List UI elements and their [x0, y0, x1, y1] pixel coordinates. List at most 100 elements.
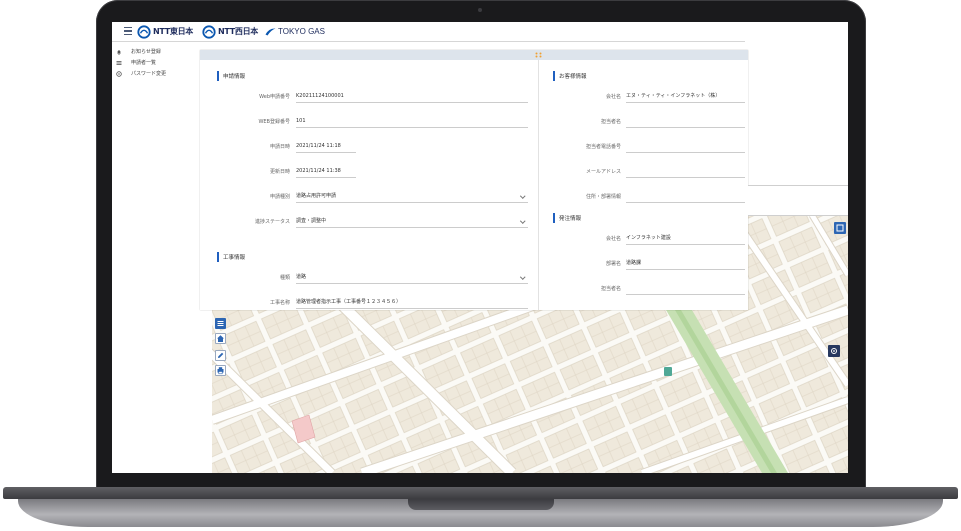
sidebar-item-password[interactable]: パスワード変更 — [112, 68, 200, 79]
map-print-button[interactable] — [215, 365, 226, 376]
section-order: 発注情報 — [539, 212, 748, 224]
field-customer-phone: 担当者電話番号 — [539, 134, 748, 159]
order-contact-name-input[interactable] — [626, 283, 745, 295]
application-datetime-input[interactable]: 2021/11/24 11:18 — [296, 141, 356, 153]
lock-icon — [116, 70, 122, 77]
chevron-down-icon — [519, 192, 525, 198]
field-order-contact-name: 担当者名 — [539, 276, 748, 301]
ntt-logo-icon — [137, 24, 151, 39]
order-department-input[interactable]: 道路課 — [626, 258, 745, 270]
bell-icon — [117, 49, 121, 55]
field-order-department: 部署名 道路課 — [539, 251, 748, 276]
tokyo-gas-logo-text: TOKYO GAS — [278, 27, 325, 36]
left-form-column: 申請情報 Web申請番号 K20211124100001 WEB登録番号 101… — [200, 60, 539, 310]
field-application-datetime: 申請日時 2021/11/24 11:18 — [200, 134, 538, 159]
section-title: 工事情報 — [223, 255, 246, 261]
field-label: 申請日時 — [269, 144, 290, 150]
web-application-number-input[interactable]: K20211124100001 — [296, 91, 528, 103]
hamburger-icon[interactable] — [124, 27, 132, 36]
edit-icon — [218, 352, 224, 358]
customer-contact-name-input[interactable] — [626, 116, 745, 128]
sidebar-item-notice[interactable]: お知らせ登録 — [112, 46, 200, 57]
customer-address-input[interactable] — [626, 191, 745, 203]
field-label: メールアドレス — [585, 169, 621, 175]
map-search-panel[interactable] — [748, 185, 848, 216]
field-label: 進捗ステータス — [254, 219, 290, 225]
field-web-application-number: Web申請番号 K20211124100001 — [200, 84, 538, 109]
right-form-column: お客様情報 会社名 エヌ・ティ・ティ・インフラネット（株） 担当者名 担当者電話… — [539, 60, 748, 310]
camera-dot — [478, 8, 482, 12]
field-label: 会社名 — [605, 94, 621, 100]
section-title: 発注情報 — [559, 216, 582, 222]
field-application-type: 申請種別 道路占用許可申請 — [200, 184, 538, 209]
customer-company-input[interactable]: エヌ・ティ・ティ・インフラネット（株） — [626, 91, 745, 103]
field-construction-kind: 種類 道路 — [200, 265, 538, 290]
updated-datetime-input[interactable]: 2021/11/24 11:38 — [296, 166, 356, 178]
ntt-logo-icon — [202, 24, 216, 39]
map-home-button[interactable] — [215, 333, 226, 344]
tokyo-gas-logo[interactable]: TOKYO GAS — [265, 24, 325, 39]
field-order-company: 会社名 インフラネット建設 — [539, 226, 748, 251]
layers-icon — [217, 321, 224, 326]
home-icon — [217, 335, 224, 342]
panel-title-bar[interactable] — [200, 50, 748, 60]
field-updated-datetime: 更新日時 2021/11/24 11:38 — [200, 159, 538, 184]
customer-phone-input[interactable] — [626, 141, 745, 153]
construction-kind-select[interactable]: 道路 — [296, 272, 528, 284]
map-edit-button[interactable] — [215, 350, 226, 361]
field-progress-status: 進捗ステータス 調査・調整中 — [200, 209, 538, 234]
sidebar-item-applicants[interactable]: 申請者一覧 — [112, 57, 200, 68]
field-label: 部署名 — [605, 261, 621, 267]
layers-icon — [836, 224, 844, 232]
drag-handle-icon[interactable] — [535, 52, 542, 58]
field-label: 担当者電話番号 — [585, 144, 621, 150]
map-layers-button[interactable] — [215, 318, 226, 329]
field-label: 工事名称 — [269, 300, 290, 306]
field-customer-contact-name: 担当者名 — [539, 109, 748, 134]
field-web-registration-number: WEB登録番号 101 — [200, 109, 538, 134]
field-label: 担当者名 — [600, 119, 621, 125]
sidebar-item-label: お知らせ登録 — [131, 49, 161, 55]
print-icon — [217, 367, 224, 375]
section-application: 申請情報 — [200, 70, 538, 82]
laptop-base-notch — [408, 499, 554, 510]
field-customer-address: 住所・部署情報 — [539, 184, 748, 209]
field-label: Web申請番号 — [259, 94, 290, 100]
select-value: 道路占用許可申請 — [296, 192, 337, 199]
ntt-east-logo[interactable]: NTT東日本 — [137, 24, 193, 39]
field-label: 申請種別 — [269, 194, 290, 200]
progress-status-select[interactable]: 調査・調整中 — [296, 216, 528, 228]
construction-name-input[interactable]: 道路管理者指示工事（工事番号１２３４５６） — [296, 297, 528, 309]
sidebar-item-label: パスワード変更 — [131, 71, 167, 77]
map-marker — [664, 367, 672, 376]
order-company-input[interactable]: インフラネット建設 — [626, 233, 745, 245]
section-accent-bar — [553, 213, 555, 223]
field-customer-company: 会社名 エヌ・ティ・ティ・インフラネット（株） — [539, 84, 748, 109]
field-label: 更新日時 — [269, 169, 290, 175]
customer-email-input[interactable] — [626, 166, 745, 178]
locate-icon — [831, 348, 837, 354]
map-layer-switch-button[interactable] — [834, 222, 846, 234]
section-accent-bar — [217, 252, 219, 262]
section-title: お客様情報 — [559, 74, 587, 80]
ntt-west-logo[interactable]: NTT西日本 — [202, 24, 258, 39]
ntt-east-logo-text: NTT東日本 — [153, 27, 193, 36]
section-accent-bar — [553, 71, 555, 81]
application-type-select[interactable]: 道路占用許可申請 — [296, 191, 528, 203]
field-label: 住所・部署情報 — [585, 194, 621, 200]
section-title: 申請情報 — [223, 74, 246, 80]
web-registration-number-input[interactable]: 101 — [296, 116, 528, 128]
list-icon — [116, 60, 122, 65]
sidebar-item-label: 申請者一覧 — [131, 60, 157, 66]
section-construction: 工事情報 — [200, 251, 538, 263]
map-locate-button[interactable] — [828, 345, 840, 357]
sidebar: お知らせ登録 申請者一覧 パスワード変更 — [112, 42, 200, 310]
field-label: 会社名 — [605, 236, 621, 242]
app-screen: NTT東日本 NTT西日本 TOKYO GAS お知らせ登録 申請者一覧 パスワ… — [112, 22, 848, 473]
laptop-lid: NTT東日本 NTT西日本 TOKYO GAS お知らせ登録 申請者一覧 パスワ… — [96, 0, 866, 489]
select-value: 調査・調整中 — [296, 217, 327, 224]
tokyo-gas-flame-icon — [265, 28, 276, 36]
field-label: WEB登録番号 — [258, 119, 290, 125]
chevron-down-icon — [519, 217, 525, 223]
field-customer-email: メールアドレス — [539, 159, 748, 184]
